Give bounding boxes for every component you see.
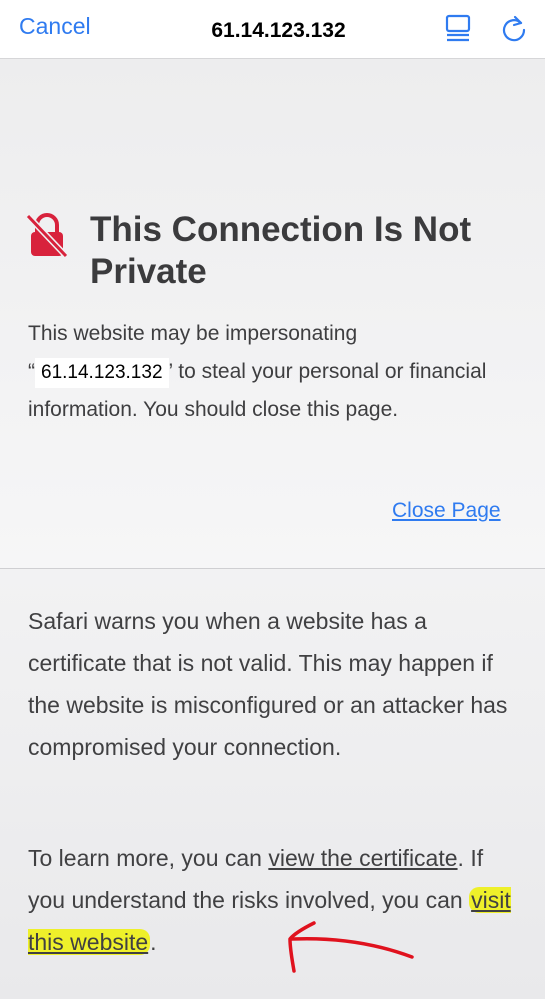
warning-text-before: This website may be impersonating <box>28 322 358 345</box>
warning-section: This Connection Is Not Private This webs… <box>0 59 545 569</box>
title-line-1: This Connection Is Not <box>90 210 472 249</box>
cancel-button[interactable]: Cancel <box>19 13 91 40</box>
url-label: 61.14.123.132 <box>200 13 357 49</box>
p2-before-text: To learn more, you can <box>28 845 269 871</box>
title-line-2: Private <box>90 252 207 291</box>
details-section: Safari warns you when a website has a ce… <box>0 569 545 999</box>
close-page-link[interactable]: Close Page <box>392 499 501 523</box>
quote-open: “ <box>28 360 35 383</box>
view-certificate-link[interactable]: view the certificate <box>268 845 457 871</box>
details-paragraph-1: Safari warns you when a website has a ce… <box>28 608 508 760</box>
reload-icon[interactable] <box>500 14 528 42</box>
p2-end-text: . <box>150 929 157 955</box>
reader-list-icon[interactable] <box>445 14 471 42</box>
page-title: This Connection Is Not Private <box>90 209 520 293</box>
navigation-bar: Cancel 61.14.123.132 <box>0 0 545 59</box>
warning-text: This website may be impersonating “61.14… <box>28 315 518 429</box>
ip-address: 61.14.123.132 <box>35 358 169 388</box>
details-paragraph-2: To learn more, you can view the certific… <box>28 837 523 963</box>
lock-slash-icon <box>25 212 69 259</box>
